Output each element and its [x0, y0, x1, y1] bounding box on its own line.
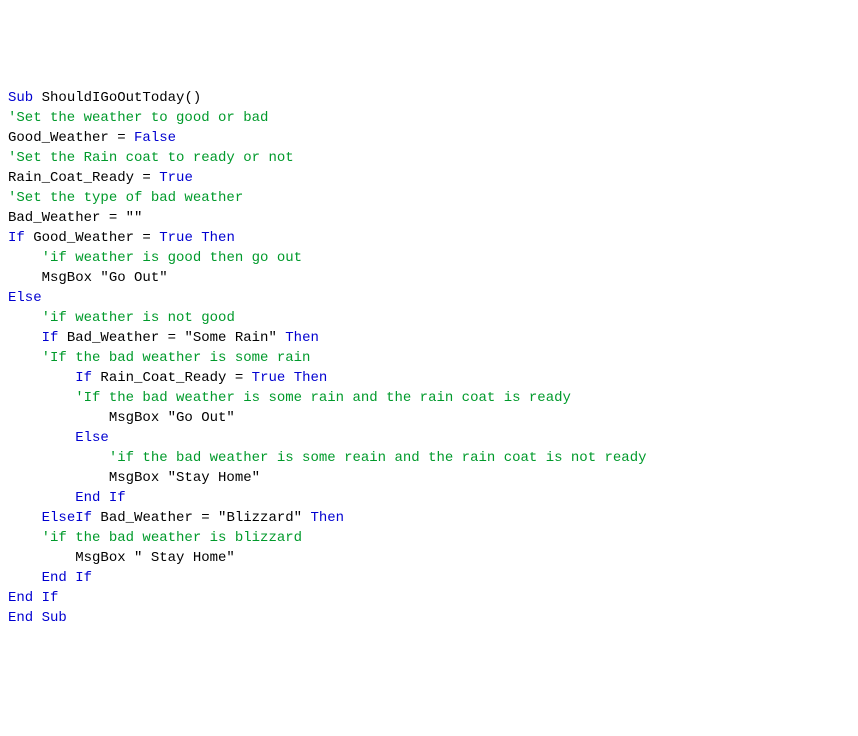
code-token: 'if the bad weather is blizzard — [42, 530, 302, 546]
code-token: If — [75, 570, 92, 586]
code-token: Bad_Weather = "Some Rain" — [58, 330, 285, 346]
code-line: 'Set the Rain coat to ready or not — [8, 148, 850, 168]
code-line: 'if the bad weather is some reain and th… — [8, 448, 850, 468]
code-token: False — [134, 130, 176, 146]
code-token: End — [8, 590, 33, 606]
code-token: Good_Weather = — [8, 130, 134, 146]
code-token: If — [8, 230, 25, 246]
code-token — [8, 570, 42, 586]
code-token — [33, 590, 41, 606]
code-line: ElseIf Bad_Weather = "Blizzard" Then — [8, 508, 850, 528]
code-token — [100, 490, 108, 506]
code-token — [8, 450, 109, 466]
code-line: 'Set the type of bad weather — [8, 188, 850, 208]
code-token: True — [159, 170, 193, 186]
code-line: If Bad_Weather = "Some Rain" Then — [8, 328, 850, 348]
code-token: Good_Weather = — [25, 230, 159, 246]
code-line: 'if weather is not good — [8, 308, 850, 328]
code-token: Sub — [8, 90, 33, 106]
code-token: If — [109, 490, 126, 506]
code-token — [8, 330, 42, 346]
code-line: End If — [8, 568, 850, 588]
code-token — [193, 230, 201, 246]
code-token: If — [42, 590, 59, 606]
code-token: MsgBox "Go Out" — [8, 410, 235, 426]
code-token: Then — [285, 330, 319, 346]
code-token: End — [75, 490, 100, 506]
code-token: Bad_Weather = "" — [8, 210, 142, 226]
code-line: MsgBox "Go Out" — [8, 268, 850, 288]
code-token — [8, 250, 42, 266]
code-token: Sub — [42, 610, 67, 626]
code-token: 'If the bad weather is some rain — [42, 350, 311, 366]
code-token — [67, 570, 75, 586]
code-line: 'if the bad weather is blizzard — [8, 528, 850, 548]
code-token: MsgBox "Go Out" — [8, 270, 168, 286]
code-token — [8, 390, 75, 406]
code-token: 'Set the type of bad weather — [8, 190, 243, 206]
code-token: End — [8, 610, 33, 626]
code-line: If Good_Weather = True Then — [8, 228, 850, 248]
code-line: MsgBox "Go Out" — [8, 408, 850, 428]
code-token: 'Set the weather to good or bad — [8, 110, 268, 126]
code-line: MsgBox "Stay Home" — [8, 468, 850, 488]
code-token: True — [159, 230, 193, 246]
code-line: MsgBox " Stay Home" — [8, 548, 850, 568]
code-token — [8, 530, 42, 546]
code-line: Good_Weather = False — [8, 128, 850, 148]
code-token: 'if weather is good then go out — [42, 250, 302, 266]
code-line: 'If the bad weather is some rain and the… — [8, 388, 850, 408]
code-line: End If — [8, 588, 850, 608]
code-token: 'If the bad weather is some rain and the… — [75, 390, 571, 406]
code-line: 'Set the weather to good or bad — [8, 108, 850, 128]
code-token: Rain_Coat_Ready = — [92, 370, 252, 386]
code-token: Bad_Weather = "Blizzard" — [92, 510, 310, 526]
code-token: Then — [201, 230, 235, 246]
code-token: MsgBox "Stay Home" — [8, 470, 260, 486]
code-token — [8, 370, 75, 386]
code-token: MsgBox " Stay Home" — [8, 550, 235, 566]
code-token: Else — [8, 290, 42, 306]
code-token: End — [42, 570, 67, 586]
code-token: If — [42, 330, 59, 346]
code-line: 'If the bad weather is some rain — [8, 348, 850, 368]
code-line: If Rain_Coat_Ready = True Then — [8, 368, 850, 388]
code-token: Then — [310, 510, 344, 526]
code-token — [285, 370, 293, 386]
code-token — [8, 490, 75, 506]
code-line: End If — [8, 488, 850, 508]
code-line: Rain_Coat_Ready = True — [8, 168, 850, 188]
code-line: Sub ShouldIGoOutToday() — [8, 88, 850, 108]
code-line: Else — [8, 428, 850, 448]
code-token: True — [252, 370, 286, 386]
code-token: Then — [294, 370, 328, 386]
code-token: Else — [75, 430, 109, 446]
code-token: If — [75, 370, 92, 386]
code-line: End Sub — [8, 608, 850, 628]
code-token — [8, 510, 42, 526]
code-token: 'if the bad weather is some reain and th… — [109, 450, 647, 466]
code-line: Bad_Weather = "" — [8, 208, 850, 228]
code-token: Rain_Coat_Ready = — [8, 170, 159, 186]
code-line: Else — [8, 288, 850, 308]
code-token — [8, 430, 75, 446]
code-token: 'Set the Rain coat to ready or not — [8, 150, 294, 166]
code-block: Sub ShouldIGoOutToday() 'Set the weather … — [8, 88, 850, 628]
code-token: 'if weather is not good — [42, 310, 235, 326]
code-token — [8, 350, 42, 366]
code-line: 'if weather is good then go out — [8, 248, 850, 268]
code-token — [8, 310, 42, 326]
code-token: ElseIf — [42, 510, 92, 526]
code-token — [33, 610, 41, 626]
code-token: ShouldIGoOutToday() — [33, 90, 201, 106]
